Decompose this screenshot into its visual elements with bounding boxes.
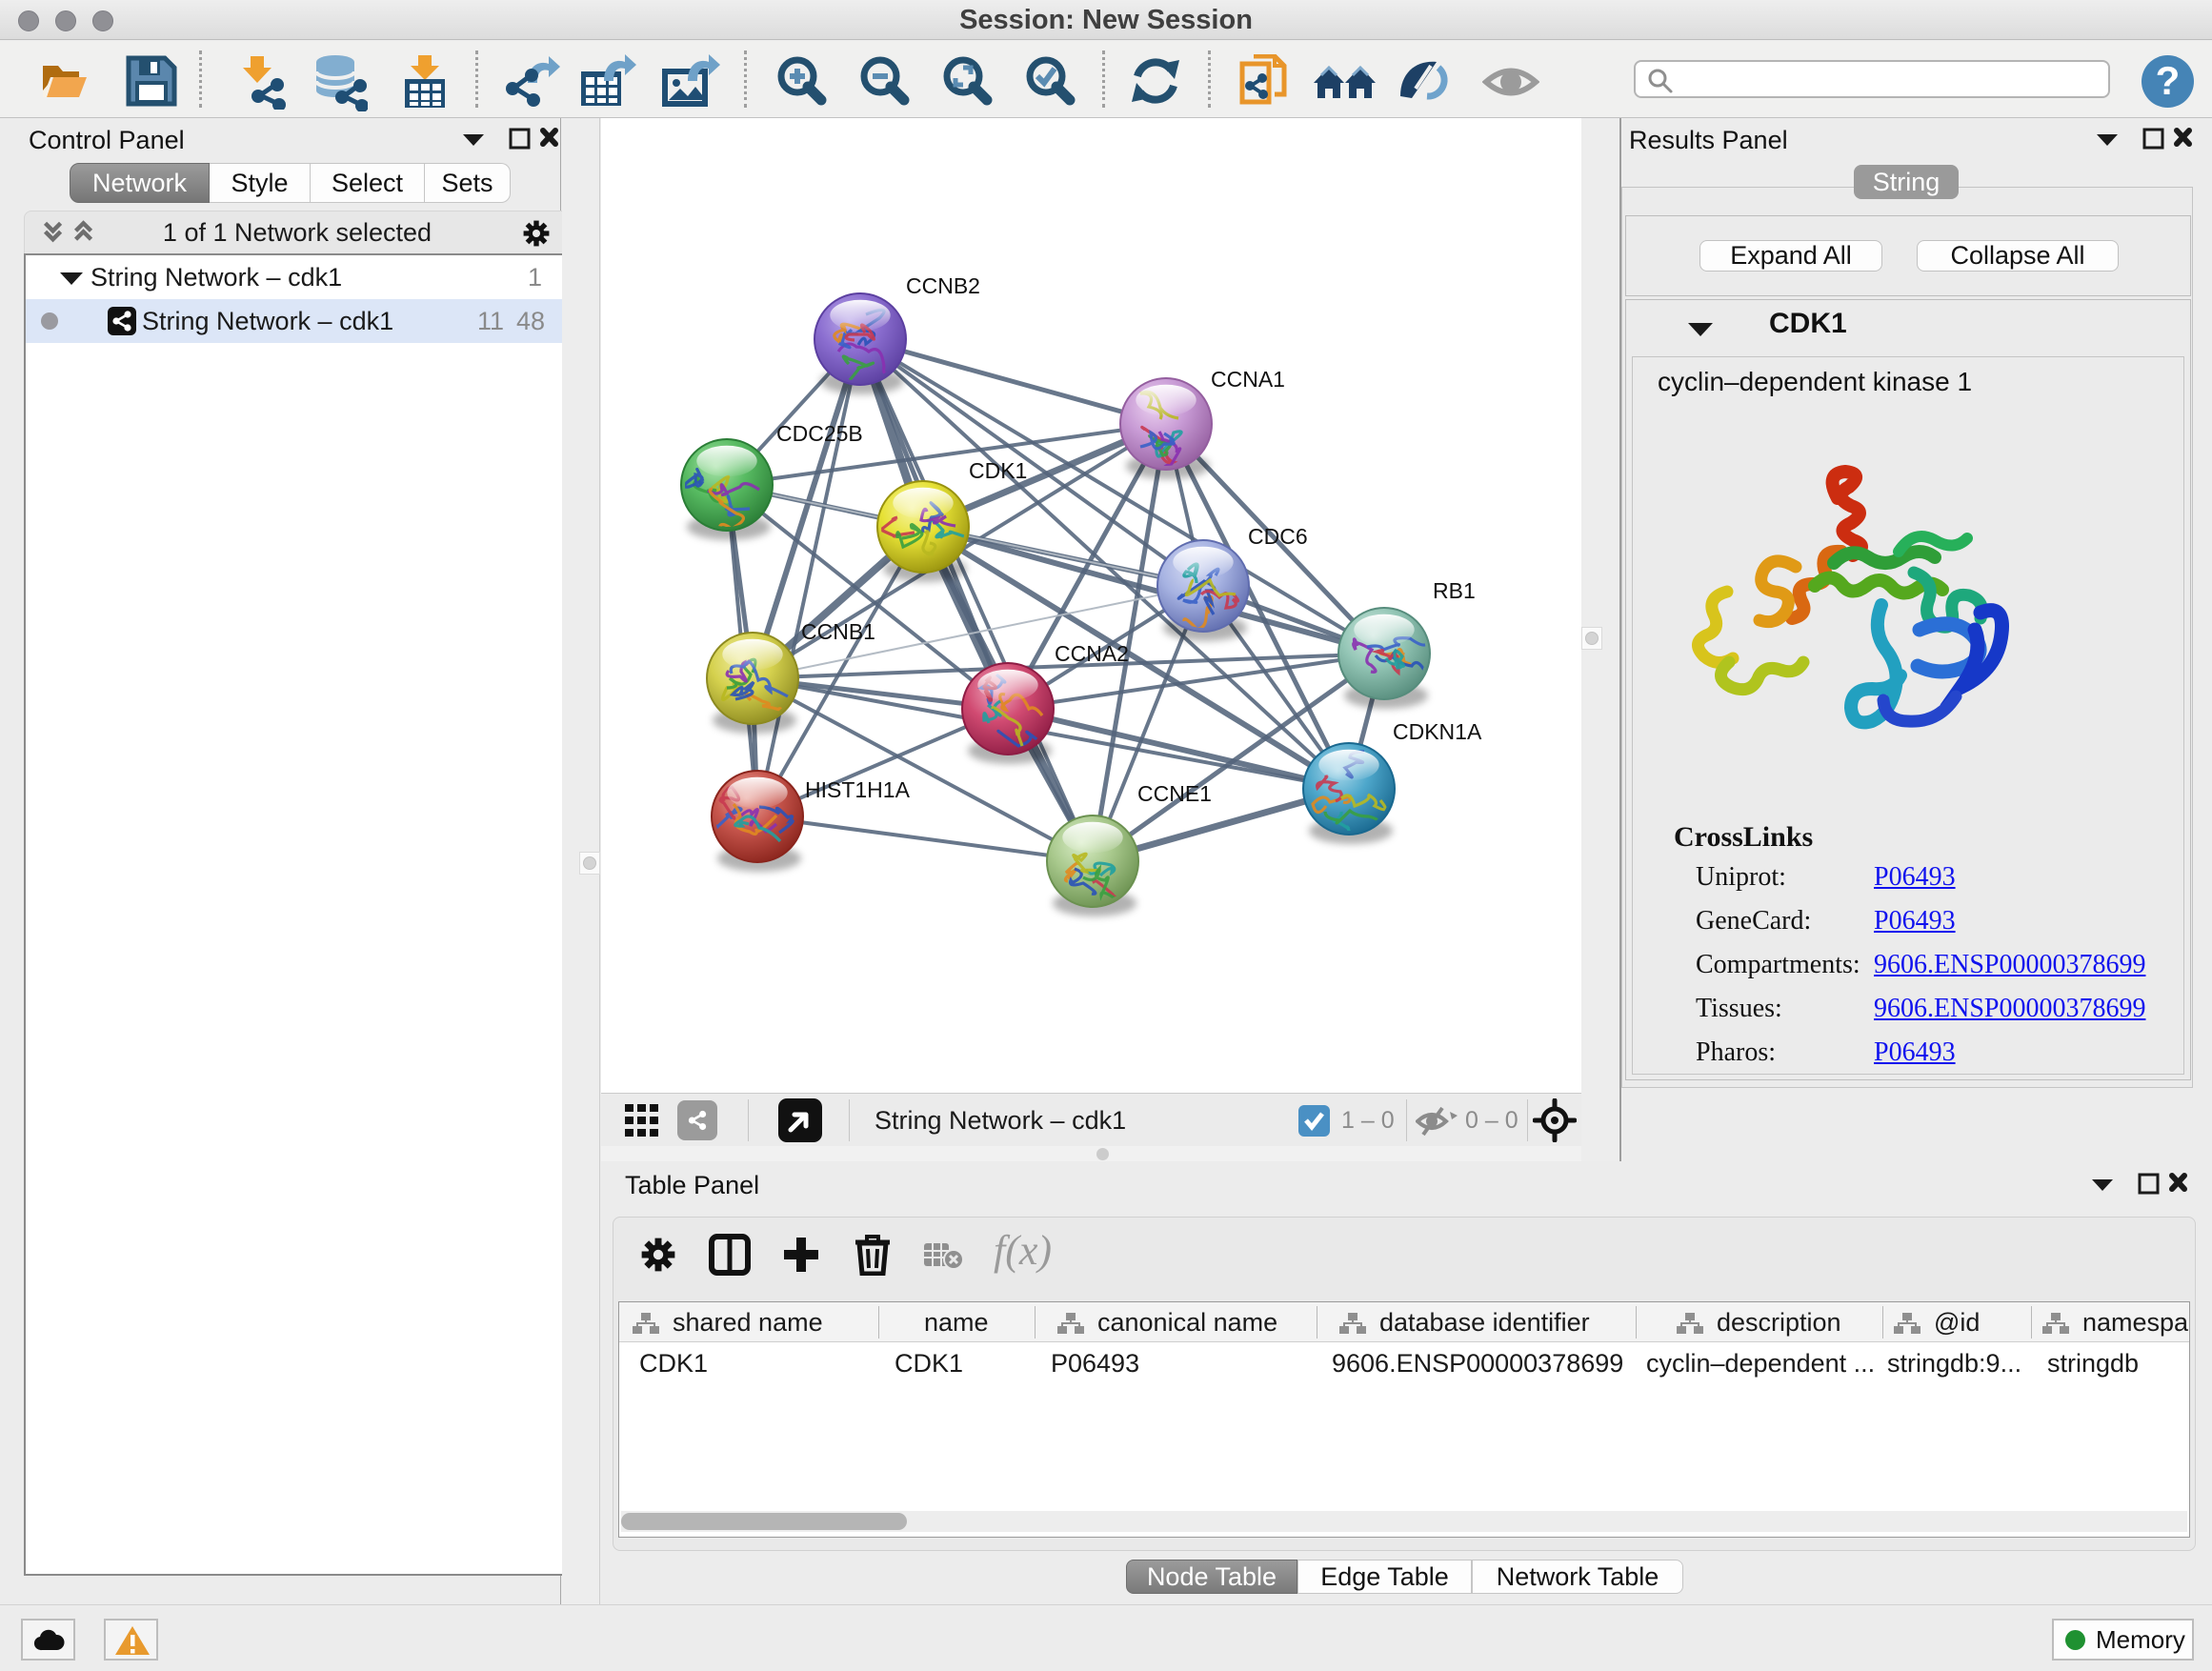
- svg-text:CCNA1: CCNA1: [1211, 367, 1285, 392]
- svg-text:CDKN1A: CDKN1A: [1393, 719, 1482, 744]
- svg-text:CCNB2: CCNB2: [906, 273, 980, 298]
- svg-text:CDC6: CDC6: [1248, 524, 1308, 549]
- svg-text:CCNB1: CCNB1: [801, 619, 875, 644]
- svg-text:CDC25B: CDC25B: [776, 421, 863, 446]
- svg-text:CCNA2: CCNA2: [1055, 641, 1129, 666]
- svg-text:CDK1: CDK1: [969, 458, 1027, 483]
- svg-text:RB1: RB1: [1433, 578, 1476, 603]
- svg-text:HIST1H1A: HIST1H1A: [805, 777, 911, 802]
- svg-text:CCNE1: CCNE1: [1137, 781, 1212, 806]
